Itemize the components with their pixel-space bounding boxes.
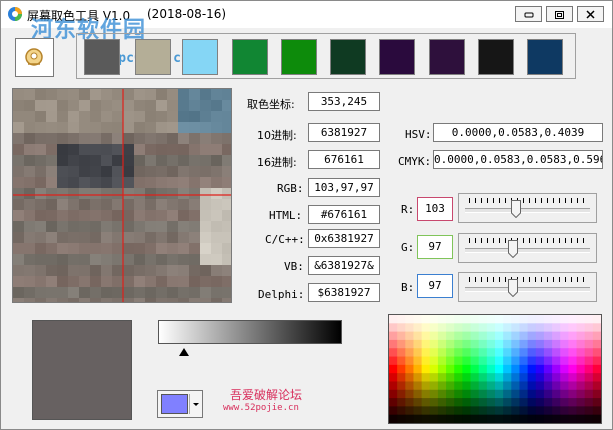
swatch-3[interactable] [182, 39, 218, 75]
credit-forum: 吾爱破解论坛 [230, 388, 303, 402]
credit-url[interactable]: www.52pojie.cn [223, 403, 299, 413]
r-slider-ticks [469, 198, 586, 203]
b-slider[interactable] [458, 272, 597, 302]
r-value[interactable]: 103 [417, 197, 453, 221]
b-value[interactable]: 97 [417, 274, 453, 298]
window-date: (2018-08-16) [147, 7, 227, 21]
r-slider[interactable] [458, 193, 597, 223]
cmyk-label: CMYK: [398, 155, 432, 168]
hsv-label: HSV: [405, 128, 432, 141]
g-slider-track [465, 248, 590, 253]
swatch-9[interactable] [478, 39, 514, 75]
app-icon [8, 7, 22, 21]
hex-value[interactable]: 676161 [308, 150, 380, 169]
rgb-value[interactable]: 103,97,97 [308, 178, 380, 197]
picker-tool-button[interactable] [15, 38, 54, 77]
color-dropdown-swatch [161, 394, 188, 414]
color-dropdown-button[interactable] [157, 390, 203, 418]
swatch-5[interactable] [281, 39, 317, 75]
app-window: 屏幕取色工具 V1.0 (2018-08-16) 河东软件园 www.pc035… [0, 0, 613, 430]
hex-label: 16进制: [257, 156, 297, 169]
delphi-label: Delphi: [258, 288, 305, 301]
close-button[interactable] [577, 6, 604, 22]
cpp-label: C/C++: [265, 233, 305, 246]
cpp-value[interactable]: 0x6381927 [308, 229, 380, 248]
b-slider-track [465, 287, 590, 292]
minimize-icon [524, 12, 534, 18]
vb-label: VB: [284, 260, 304, 273]
coord-label: 取色坐标: [247, 98, 295, 111]
minimize-button[interactable] [515, 6, 542, 22]
g-slider[interactable] [458, 233, 597, 263]
dec-label: 10进制: [257, 129, 297, 142]
maximize-button[interactable] [546, 6, 573, 22]
g-label: G: [401, 241, 415, 254]
r-slider-track [465, 208, 590, 213]
swatch-8[interactable] [429, 39, 465, 75]
delphi-value[interactable]: $6381927 [308, 283, 380, 302]
gradient-marker[interactable] [179, 348, 189, 356]
r-label: R: [401, 203, 415, 216]
color-preview [32, 320, 132, 420]
hsv-value[interactable]: 0.0000,0.0583,0.4039 [433, 123, 603, 142]
swatch-2[interactable] [135, 39, 171, 75]
color-spectrum[interactable] [388, 314, 602, 424]
eyedropper-logo-icon [25, 48, 43, 66]
close-icon [586, 10, 595, 19]
rgb-label: RGB: [277, 182, 304, 195]
html-value[interactable]: #676161 [308, 205, 380, 224]
magnifier-view [12, 88, 232, 303]
cmyk-value[interactable]: 0.0000,0.0583,0.0583,0.5961 [433, 150, 603, 169]
swatch-4[interactable] [232, 39, 268, 75]
chevron-down-icon [193, 403, 199, 406]
swatch-10[interactable] [527, 39, 563, 75]
r-slider-thumb[interactable] [510, 200, 521, 218]
html-label: HTML: [269, 209, 303, 222]
g-slider-thumb[interactable] [507, 240, 518, 258]
maximize-icon [555, 11, 564, 19]
vb-value[interactable]: &6381927& [308, 256, 380, 275]
b-slider-ticks [469, 277, 586, 282]
swatch-1[interactable] [84, 39, 120, 75]
g-slider-ticks [469, 238, 586, 243]
b-label: B: [401, 281, 415, 294]
g-value[interactable]: 97 [417, 235, 453, 259]
dropdown-arrow [189, 394, 202, 414]
brightness-gradient[interactable] [158, 320, 342, 344]
swatch-7[interactable] [379, 39, 415, 75]
swatch-6[interactable] [330, 39, 366, 75]
magnified-image [13, 89, 231, 302]
dec-value[interactable]: 6381927 [308, 123, 380, 142]
spectrum-grid[interactable] [389, 315, 601, 423]
coord-value[interactable]: 353,245 [308, 92, 380, 111]
b-slider-thumb[interactable] [507, 279, 518, 297]
